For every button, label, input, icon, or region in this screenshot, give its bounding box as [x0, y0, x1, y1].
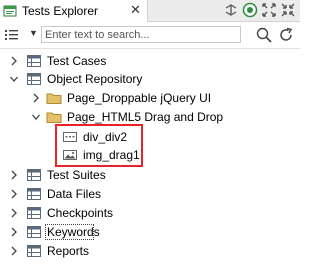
tree-item-label: Test Cases [47, 54, 107, 68]
chevron-right-icon[interactable] [9, 223, 19, 241]
search-icon[interactable] [255, 26, 273, 44]
tree-item-checkpoints[interactable]: Checkpoints [0, 204, 300, 222]
tree-item-page-droppable[interactable]: Page_Droppable jQuery UI [0, 89, 300, 107]
tree-item-label: Page_Droppable jQuery UI [67, 91, 212, 105]
link-icon[interactable] [223, 2, 239, 18]
collapse-all-icon[interactable] [280, 2, 296, 18]
tree-item-object-repository[interactable]: Object Repository [0, 70, 300, 88]
table-icon [27, 207, 41, 219]
tree-item-div-div2[interactable]: div_div2 [0, 128, 300, 146]
chevron-down-icon[interactable] [9, 70, 19, 88]
chevron-right-icon[interactable] [9, 242, 19, 260]
tree-item-label: Checkpoints [47, 206, 114, 220]
chevron-down-icon[interactable] [31, 108, 41, 126]
panel-title-bar: Tests Explorer ✕ [0, 0, 300, 22]
search-divider [0, 48, 300, 49]
folder-icon [46, 93, 62, 104]
tree-item-test-cases[interactable]: Test Cases [0, 52, 300, 70]
tree-item-test-suites[interactable]: Test Suites [0, 166, 300, 184]
table-icon [27, 169, 41, 181]
search-row: ▼ [0, 23, 300, 47]
close-icon[interactable]: ✕ [130, 3, 141, 17]
chevron-right-icon[interactable] [9, 204, 19, 222]
tree-item-reports[interactable]: Reports [0, 242, 300, 260]
table-icon [27, 55, 41, 67]
focus-outline [45, 224, 94, 240]
table-icon [27, 73, 41, 85]
tree-item-label: Test Suites [47, 168, 106, 182]
search-input[interactable] [41, 26, 241, 43]
panel-title: Tests Explorer [22, 4, 99, 18]
chevron-right-icon[interactable] [9, 166, 19, 184]
chevron-right-icon[interactable] [31, 89, 41, 107]
chevron-right-icon[interactable] [9, 52, 19, 70]
chevron-right-icon[interactable] [9, 185, 19, 203]
table-icon [27, 188, 41, 200]
tree-item-data-files[interactable]: Data Files [0, 185, 300, 203]
selection-highlight-box [55, 124, 143, 167]
tree-item-page-html5[interactable]: Page_HTML5 Drag and Drop [0, 108, 300, 126]
table-icon [27, 226, 41, 238]
tree-item-img-drag1[interactable]: img_drag1 [0, 146, 300, 164]
table-icon [27, 245, 41, 257]
chevron-down-icon[interactable]: ▼ [29, 28, 38, 38]
tests-explorer-icon [3, 5, 17, 17]
tree-item-label: Object Repository [47, 72, 143, 86]
tree-item-label: Reports [47, 244, 90, 258]
tree-item-keywords[interactable]: Keywords [0, 223, 300, 241]
folder-icon [46, 112, 62, 123]
refresh-icon[interactable] [277, 26, 295, 44]
expand-all-icon[interactable] [261, 2, 277, 18]
filter-list-icon[interactable] [4, 27, 20, 43]
repository-icon[interactable] [242, 2, 258, 18]
tree-item-label: Data Files [47, 187, 102, 201]
tests-explorer-tab[interactable]: Tests Explorer ✕ [0, 0, 148, 22]
